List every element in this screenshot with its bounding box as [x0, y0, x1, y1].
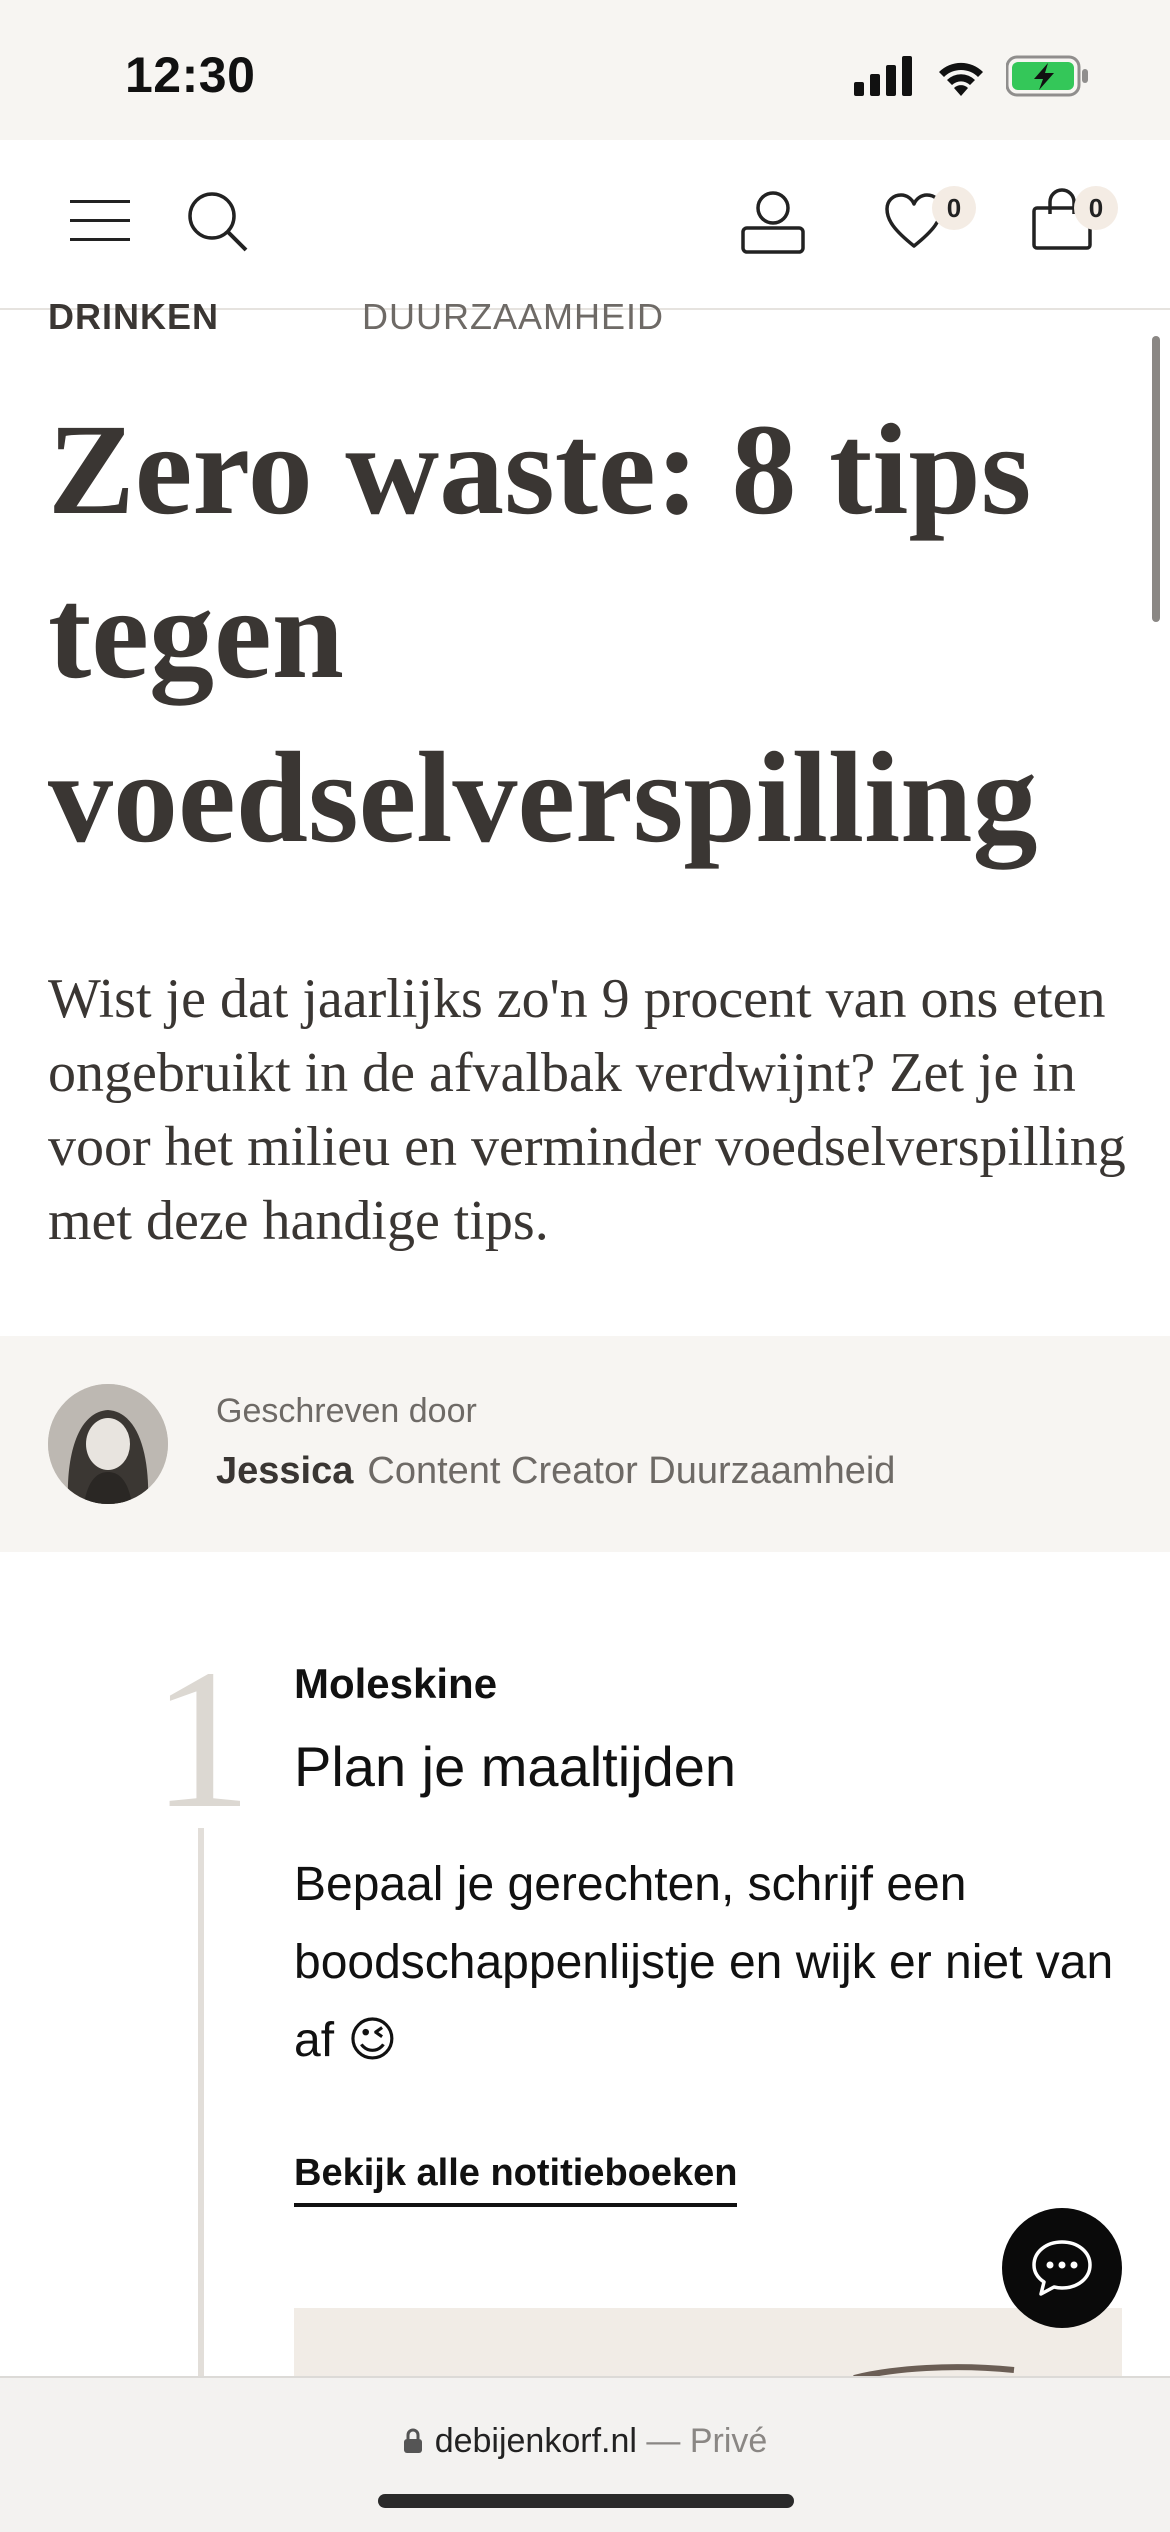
author-block: Geschreven door Jessica Content Creator D… [0, 1336, 1170, 1552]
tip-divider [198, 1828, 204, 2388]
view-notebooks-link[interactable]: Bekijk alle notitieboeken [294, 2152, 738, 2207]
chat-button[interactable] [1002, 2208, 1122, 2328]
tip-brand: Moleskine [294, 1660, 498, 1707]
tip-number: 1 [152, 1629, 252, 1850]
browser-address-bar[interactable]: debijenkorf.nl — Privé [0, 2376, 1170, 2532]
article-categories: DRINKEN DUURZAAMHEID [48, 296, 663, 338]
url-host: debijenkorf.nl [434, 2422, 637, 2460]
battery-charging-icon [1006, 55, 1088, 97]
category-drinken[interactable]: DRINKEN [48, 296, 219, 337]
avatar [48, 1384, 168, 1504]
signal-icon [854, 56, 912, 96]
wifi-icon [939, 62, 983, 96]
category-duurzaamheid[interactable]: DUURZAAMHEID [362, 296, 664, 338]
tip-heading: Plan je maaltijden [294, 1735, 737, 1798]
status-icons [854, 52, 1090, 100]
url-display[interactable]: debijenkorf.nl — Privé [0, 2422, 1170, 2461]
author-info: Jessica Content Creator Duurzaamheid [216, 1450, 895, 1493]
status-bar: 12:30 [0, 0, 1170, 140]
cart-count-badge: 0 [1074, 186, 1118, 230]
article-title: Zero waste: 8 tips tegen voedselverspill… [48, 398, 1038, 870]
home-indicator[interactable] [378, 2494, 794, 2508]
author-name: Jessica [216, 1450, 354, 1492]
chat-bubble-icon [1032, 2240, 1092, 2296]
article-intro: Wist je dat jaarlijks zo'n 9 procent van… [48, 968, 1126, 1252]
menu-icon[interactable] [70, 198, 132, 244]
lock-icon [403, 2428, 422, 2453]
author-role: Content Creator Duurzaamheid [367, 1450, 896, 1492]
search-icon[interactable] [186, 190, 250, 254]
wishlist-count-badge: 0 [932, 186, 976, 230]
scrollbar[interactable] [1152, 336, 1160, 622]
private-mode-label: — Privé [646, 2422, 768, 2460]
status-time: 12:30 [125, 47, 256, 103]
site-header: 0 0 [0, 140, 1170, 310]
tip-text: Bepaal je gerechten, schrijf een boodsch… [294, 1858, 1114, 2067]
account-icon[interactable] [740, 190, 806, 254]
author-prefix: Geschreven door [216, 1392, 477, 1430]
